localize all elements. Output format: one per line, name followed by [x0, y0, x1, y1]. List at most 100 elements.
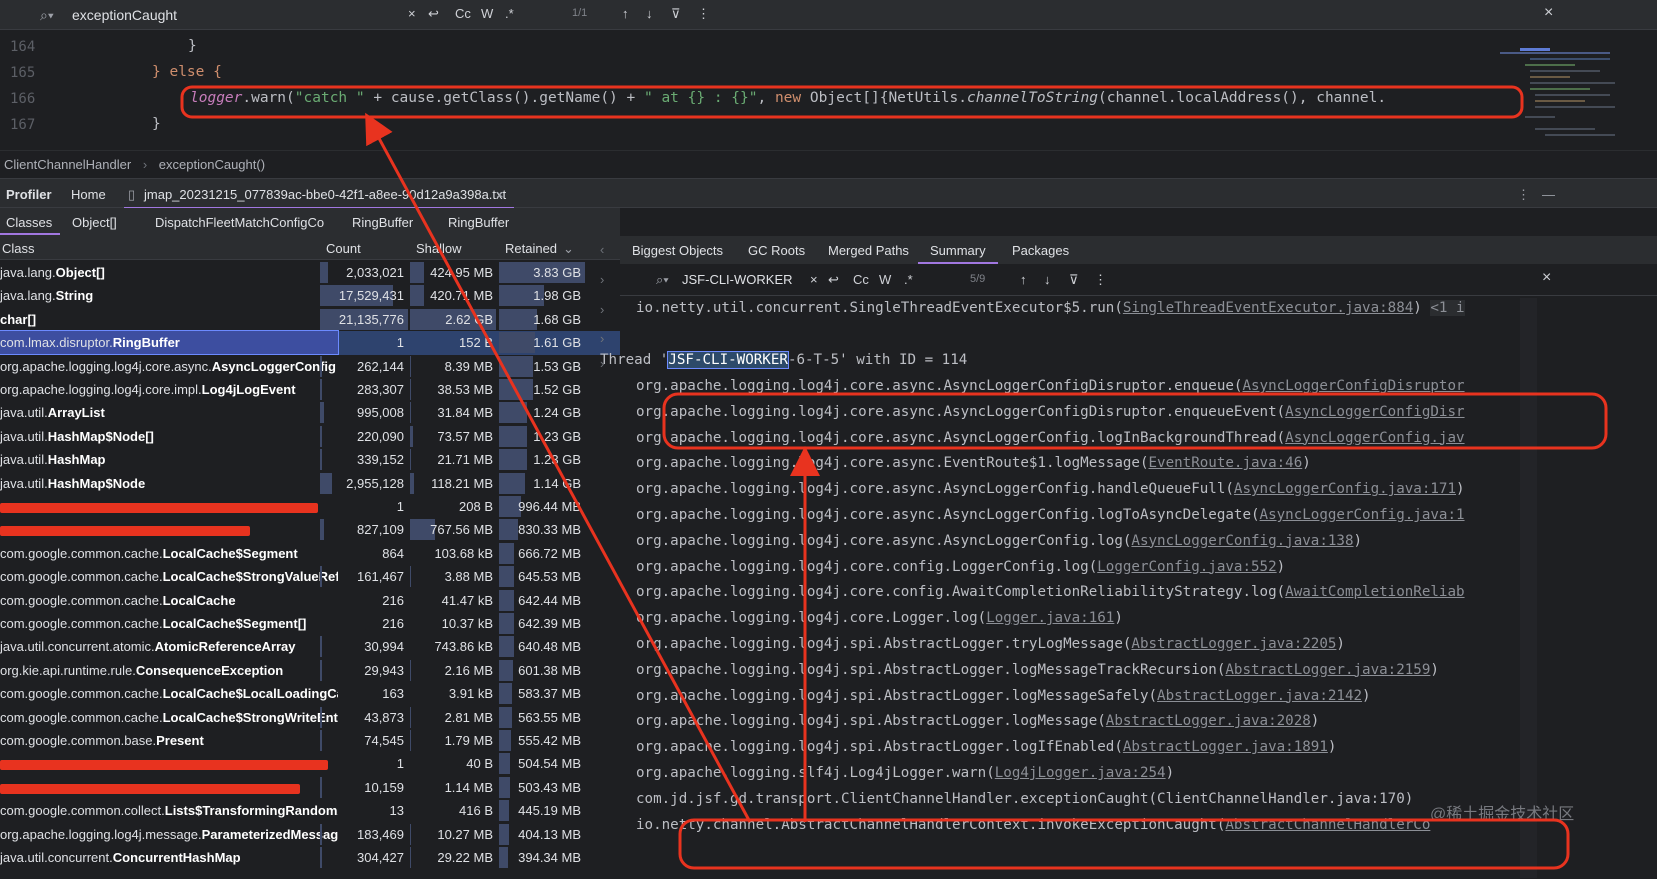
col-count[interactable]: Count [326, 241, 361, 256]
table-row[interactable]: java.util.HashMap 339,152 21.71 MB 1.23 GB [0, 448, 620, 471]
table-row[interactable]: 1 40 B 504.54 MB [0, 752, 620, 775]
newline-toggle-icon[interactable]: ↩ [428, 6, 439, 22]
table-row[interactable]: 10,159 1.14 MB 503.43 MB [0, 776, 620, 799]
next-match-icon[interactable]: ↓ [1044, 272, 1051, 287]
whole-word-toggle[interactable]: W [481, 6, 493, 21]
count-value: 864 [382, 545, 404, 561]
col-retained[interactable]: Retained [505, 241, 557, 256]
stack-frame: io.netty.channel.AbstractChannelHandlerC… [636, 816, 1431, 833]
scrollbar[interactable] [1520, 298, 1537, 878]
table-row[interactable]: java.util.HashMap$Node[] 220,090 73.57 MB 1… [0, 425, 620, 448]
code-editor[interactable]: 164 } 165 } else { 166 logger.warn("catc… [0, 30, 1657, 150]
tab-object-array[interactable]: Object[] [72, 215, 117, 230]
table-row[interactable]: com.google.common.cache.LocalCache$Segme… [0, 612, 620, 635]
tab-jmap-file[interactable]: jmap_20231215_077839ac-bbe0-42f1-a8ee-90… [144, 187, 506, 202]
tab-merged-paths[interactable]: Merged Paths [828, 243, 909, 258]
tab-gc-roots[interactable]: GC Roots [748, 243, 805, 258]
tab-ringbuffer-1[interactable]: RingBuffer [352, 215, 413, 230]
table-row[interactable]: char[] 21,135,776 2.62 GB 1.68 GB [0, 308, 620, 331]
tab-summary[interactable]: Summary [930, 243, 986, 258]
more-options-icon[interactable]: ⋮ [1094, 272, 1107, 288]
count-value: 74,545 [364, 733, 404, 748]
tab-biggest-objects[interactable]: Biggest Objects [632, 243, 723, 258]
breadcrumb-class[interactable]: ClientChannelHandler [4, 157, 131, 172]
count-value: 17,529,431 [338, 288, 404, 304]
tab-classes[interactable]: Classes [6, 215, 52, 230]
tab-dispatch-fleet[interactable]: DispatchFleetMatchConfigCo [155, 215, 324, 230]
table-row[interactable]: 827,109 767.56 MB 830.33 MB [0, 518, 620, 541]
col-shallow[interactable]: Shallow [416, 241, 462, 256]
shallow-value: 73.57 MB [437, 428, 493, 444]
table-row[interactable]: org.apache.logging.log4j.core.impl.Log4j… [0, 378, 620, 401]
search-icon[interactable]: ⌕▾ [656, 272, 669, 288]
breadcrumb-method[interactable]: exceptionCaught() [159, 157, 265, 172]
tab-packages[interactable]: Packages [1012, 243, 1069, 258]
tab-home[interactable]: Home [71, 187, 106, 202]
newline-toggle-icon[interactable]: ↩ [828, 272, 839, 288]
filter-icon[interactable]: ⊽ [671, 6, 681, 22]
table-row[interactable]: com.google.common.base.Present 74,545 1.79… [0, 729, 620, 752]
class-name: com.google.common.cache.LocalCache$Stron… [0, 709, 338, 725]
profiler-tab-bar: Profiler Home ▯ jmap_20231215_077839ac-b… [0, 178, 1657, 209]
minimize-icon[interactable]: — [1542, 187, 1555, 202]
find-query-input[interactable]: exceptionCaught [72, 7, 177, 23]
shallow-value: 103.68 kB [434, 545, 493, 561]
stack-frame: org.apache.logging.log4j.core.async.Asyn… [636, 481, 1465, 498]
more-icon[interactable]: ⋮ [1517, 187, 1530, 203]
table-row[interactable]: com.google.common.cache.LocalCache$Stron… [0, 565, 620, 588]
shallow-value: 152 B [459, 335, 493, 351]
table-row[interactable]: java.util.concurrent.ConcurrentHashMap 30… [0, 846, 620, 869]
table-row[interactable]: java.util.ArrayList 995,008 31.84 MB 1.24 G… [0, 401, 620, 424]
close-find-icon[interactable]: × [1542, 269, 1551, 287]
stack-frame: org.apache.logging.log4j.spi.AbstractLog… [636, 636, 1345, 652]
line-number: 167 [10, 117, 36, 133]
table-row[interactable]: com.google.common.collect.Lists$Transfor… [0, 799, 620, 822]
sort-desc-icon[interactable]: ⌄ [563, 241, 574, 257]
file-icon: ▯ [128, 187, 136, 202]
class-name: com.lmax.disruptor.RingBuffer [0, 330, 339, 356]
table-row[interactable]: java.lang.Object[] 2,033,021 424.95 MB 3.83… [0, 261, 620, 284]
expand-icon[interactable]: › [600, 302, 604, 317]
match-case-toggle[interactable]: Cc [853, 272, 869, 287]
table-row[interactable]: org.kie.api.runtime.rule.ConsequenceExce… [0, 659, 620, 682]
regex-toggle[interactable]: .* [904, 272, 913, 287]
filter-icon[interactable]: ⊽ [1069, 272, 1079, 288]
class-name: org.apache.logging.log4j.core.impl.Log4j… [0, 382, 296, 397]
more-options-icon[interactable]: ⋮ [697, 6, 710, 22]
table-row[interactable]: java.util.concurrent.atomic.AtomicRefere… [0, 635, 620, 658]
tab-ringbuffer-2[interactable]: RingBuffer [448, 215, 509, 230]
table-row[interactable]: com.google.common.cache.LocalCache$Local… [0, 682, 620, 705]
col-class[interactable]: Class [2, 241, 35, 256]
previous-match-icon[interactable]: ↑ [1020, 272, 1027, 287]
class-name: java.util.HashMap$Node[] [0, 428, 154, 444]
expand-icon[interactable]: › [600, 331, 604, 346]
class-name: java.lang.Object[] [0, 265, 105, 280]
match-case-toggle[interactable]: Cc [455, 6, 471, 21]
table-row[interactable]: org.apache.logging.log4j.message.Paramet… [0, 823, 620, 846]
thread-find-input[interactable]: JSF-CLI-WORKER [682, 272, 793, 287]
search-icon[interactable]: ⌕▾ [40, 7, 54, 24]
code-minimap[interactable] [1500, 44, 1620, 144]
next-match-icon[interactable]: ↓ [646, 6, 653, 21]
table-row[interactable]: com.google.common.cache.LocalCache 216 41.… [0, 589, 620, 612]
table-row[interactable]: java.util.HashMap$Node 2,955,128 118.21 MB… [0, 472, 620, 495]
table-row[interactable]: com.google.common.cache.LocalCache$Stron… [0, 706, 620, 729]
expand-icon[interactable]: › [600, 272, 604, 287]
previous-match-icon[interactable]: ↑ [622, 6, 629, 21]
close-find-icon[interactable]: × [1544, 4, 1553, 22]
table-row[interactable]: com.google.common.cache.LocalCache$Segme… [0, 542, 620, 565]
splitter-handle[interactable]: ‹ [600, 242, 604, 257]
regex-toggle[interactable]: .* [505, 6, 514, 21]
table-row[interactable]: com.lmax.disruptor.RingBuffer 1 152 B 1.61 … [0, 330, 620, 356]
thread-match-count: 5/9 [970, 273, 986, 285]
clear-search-icon[interactable]: × [408, 6, 416, 21]
breadcrumb: ClientChannelHandler › exceptionCaught() [0, 150, 1657, 178]
clear-search-icon[interactable]: × [810, 272, 818, 287]
table-row[interactable]: org.apache.logging.log4j.core.async.Asyn… [0, 355, 620, 378]
whole-word-toggle[interactable]: W [879, 272, 891, 287]
close-tab-icon[interactable]: × [496, 187, 504, 202]
count-value: 13 [389, 803, 404, 819]
table-row[interactable]: java.lang.String 17,529,431 420.71 MB 1.98 … [0, 284, 620, 307]
count-value: 43,873 [364, 709, 404, 725]
table-row[interactable]: 1 208 B 996.44 MB [0, 495, 620, 518]
